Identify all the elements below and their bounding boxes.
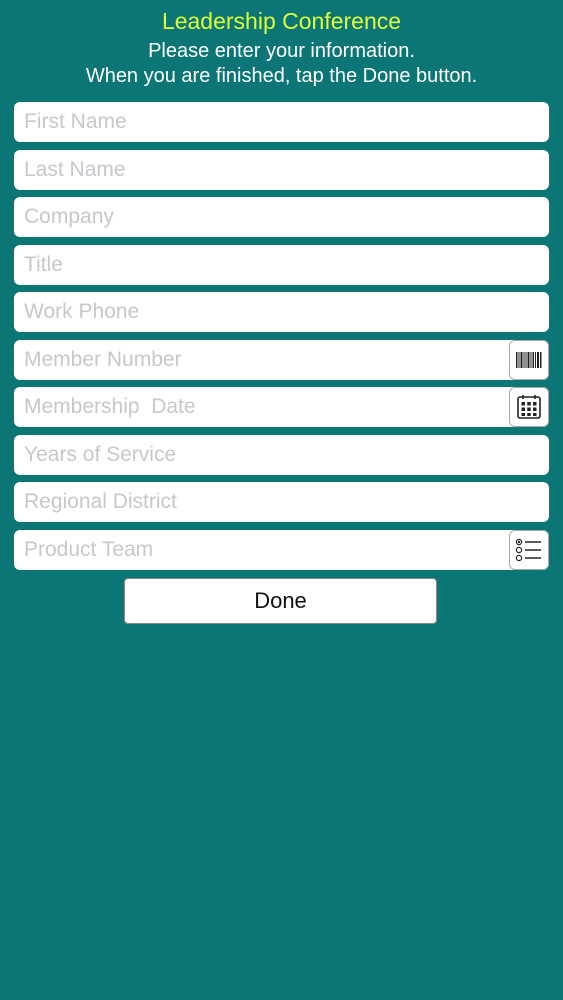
membership-date-input[interactable]: [14, 387, 549, 427]
first-name-field-container: [14, 102, 549, 142]
done-button-container: Done: [124, 578, 437, 624]
barcode-icon: [516, 351, 542, 368]
work-phone-input[interactable]: [14, 292, 549, 332]
product-team-field-container: [14, 529, 549, 570]
company-input[interactable]: [14, 197, 549, 237]
last-name-input[interactable]: [14, 149, 549, 190]
instructions-line-1: Please enter your information.: [148, 40, 415, 62]
registration-form: [14, 102, 549, 577]
member-number-field-container: [14, 339, 549, 380]
last-name-field-container: [14, 149, 549, 190]
barcode-scan-button[interactable]: [509, 339, 549, 380]
work-phone-field-container: [14, 292, 549, 332]
regional-district-input[interactable]: [14, 482, 549, 522]
page-title: Leadership Conference: [161, 8, 402, 34]
done-button[interactable]: Done: [124, 578, 437, 624]
option-list-button[interactable]: [509, 529, 549, 570]
member-number-input[interactable]: [14, 339, 549, 380]
title-input[interactable]: [14, 244, 549, 285]
years-of-service-field-container: [14, 434, 549, 475]
list-options-icon: [515, 538, 541, 561]
years-of-service-input[interactable]: [14, 434, 549, 475]
calendar-icon: [517, 395, 541, 419]
product-team-input[interactable]: [14, 529, 549, 570]
regional-district-field-container: [14, 482, 549, 522]
first-name-input[interactable]: [14, 102, 549, 142]
company-field-container: [14, 197, 549, 237]
instructions-line-2: When you are finished, tap the Done butt…: [85, 65, 478, 87]
date-picker-button[interactable]: [509, 387, 549, 427]
title-field-container: [14, 244, 549, 285]
membership-date-field-container: [14, 387, 549, 427]
